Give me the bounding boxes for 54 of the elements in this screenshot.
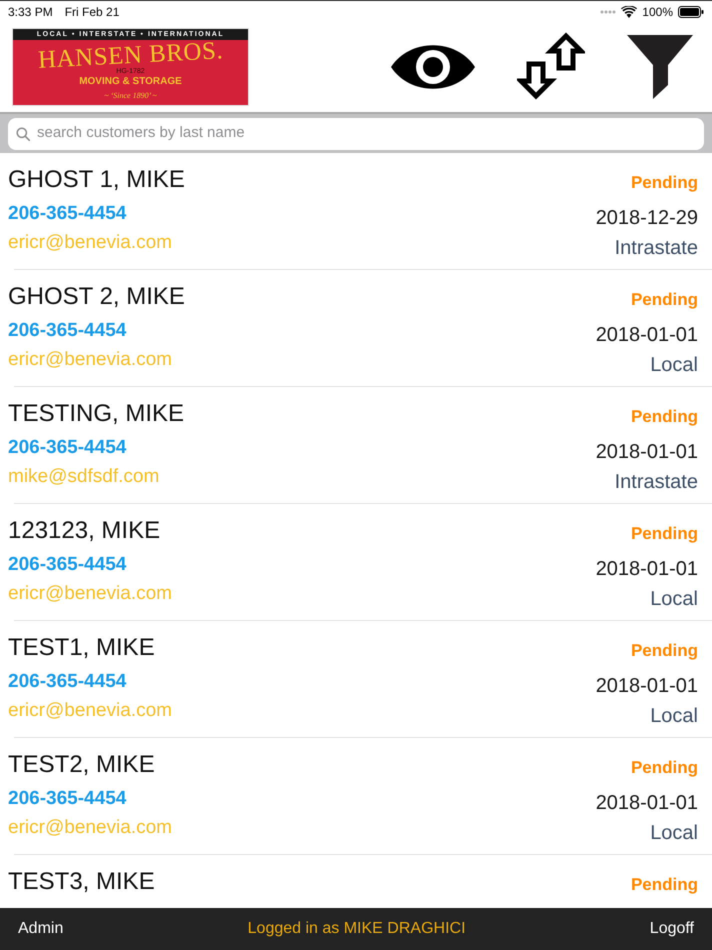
phone-link[interactable]: 206-365-4454 bbox=[8, 433, 184, 462]
email-link[interactable]: ericr@benevia.com bbox=[8, 579, 172, 608]
customer-name[interactable]: TESTING, MIKE bbox=[8, 399, 184, 429]
status-label: Pending bbox=[630, 406, 698, 428]
phone-link[interactable]: 206-365-4454 bbox=[8, 316, 185, 345]
status-label: Pending bbox=[630, 289, 698, 311]
logged-in-message: Logged in as MIKE DRAGHICI bbox=[248, 919, 466, 939]
move-date: 2018-01-01 bbox=[596, 323, 698, 348]
battery-icon bbox=[678, 6, 704, 18]
email-link[interactable]: ericr@benevia.com bbox=[8, 813, 172, 842]
status-label: Pending bbox=[630, 523, 698, 545]
search-field[interactable]: search customers by last name bbox=[8, 118, 704, 150]
phone-link[interactable]: 206-365-4454 bbox=[8, 550, 172, 579]
move-type: Intrastate bbox=[614, 236, 698, 261]
email-link[interactable]: ericr@benevia.com bbox=[8, 228, 185, 257]
phone-link[interactable]: 206-365-4454 bbox=[8, 199, 185, 228]
move-date: 2018-01-01 bbox=[596, 674, 698, 699]
battery-percent: 100% bbox=[642, 4, 673, 20]
wifi-icon bbox=[621, 6, 638, 18]
move-type: Local bbox=[650, 704, 698, 729]
status-date: Fri Feb 21 bbox=[64, 4, 120, 20]
customer-name[interactable]: GHOST 1, MIKE bbox=[8, 165, 185, 195]
move-date: 2018-12-29 bbox=[596, 206, 698, 231]
status-label: Pending bbox=[630, 874, 698, 896]
logo-subtitle: MOVING & STORAGE bbox=[79, 76, 182, 88]
status-label: Pending bbox=[630, 172, 698, 194]
logoff-button[interactable]: Logoff bbox=[650, 917, 694, 941]
move-date: 2018-01-01 bbox=[596, 440, 698, 465]
search-input[interactable]: search customers by last name bbox=[37, 122, 696, 145]
email-link[interactable]: mike@sdfsdf.com bbox=[8, 462, 184, 491]
sort-arrows-icon[interactable] bbox=[517, 32, 585, 100]
filter-funnel-icon[interactable] bbox=[627, 35, 693, 99]
admin-button[interactable]: Admin bbox=[18, 917, 64, 941]
search-icon bbox=[16, 126, 30, 140]
status-label: Pending bbox=[630, 757, 698, 779]
customer-name[interactable]: TEST1, MIKE bbox=[8, 633, 172, 663]
phone-link[interactable]: 206-365-4454 bbox=[8, 667, 172, 696]
customer-name[interactable]: TEST3, MIKE bbox=[8, 867, 155, 897]
status-time: 3:33 PM bbox=[8, 4, 53, 20]
customer-name[interactable]: GHOST 2, MIKE bbox=[8, 282, 185, 312]
move-type: Local bbox=[650, 587, 698, 612]
move-type: Intrastate bbox=[614, 470, 698, 495]
customer-name[interactable]: 123123, MIKE bbox=[8, 516, 172, 546]
move-type: Local bbox=[650, 353, 698, 378]
move-date: 2018-01-01 bbox=[596, 791, 698, 816]
move-type: Local bbox=[650, 821, 698, 846]
status-label: Pending bbox=[630, 640, 698, 662]
phone-link[interactable]: 206-365-4454 bbox=[8, 784, 172, 813]
email-link[interactable]: ericr@benevia.com bbox=[8, 696, 172, 725]
customer-name[interactable]: TEST2, MIKE bbox=[8, 750, 172, 780]
move-date: 2018-01-01 bbox=[596, 557, 698, 582]
signal-dots-icon bbox=[600, 10, 616, 14]
email-link[interactable]: ericr@benevia.com bbox=[8, 345, 185, 374]
logo-since-text: ~ ‘Since 1890’ ~ bbox=[104, 91, 157, 101]
